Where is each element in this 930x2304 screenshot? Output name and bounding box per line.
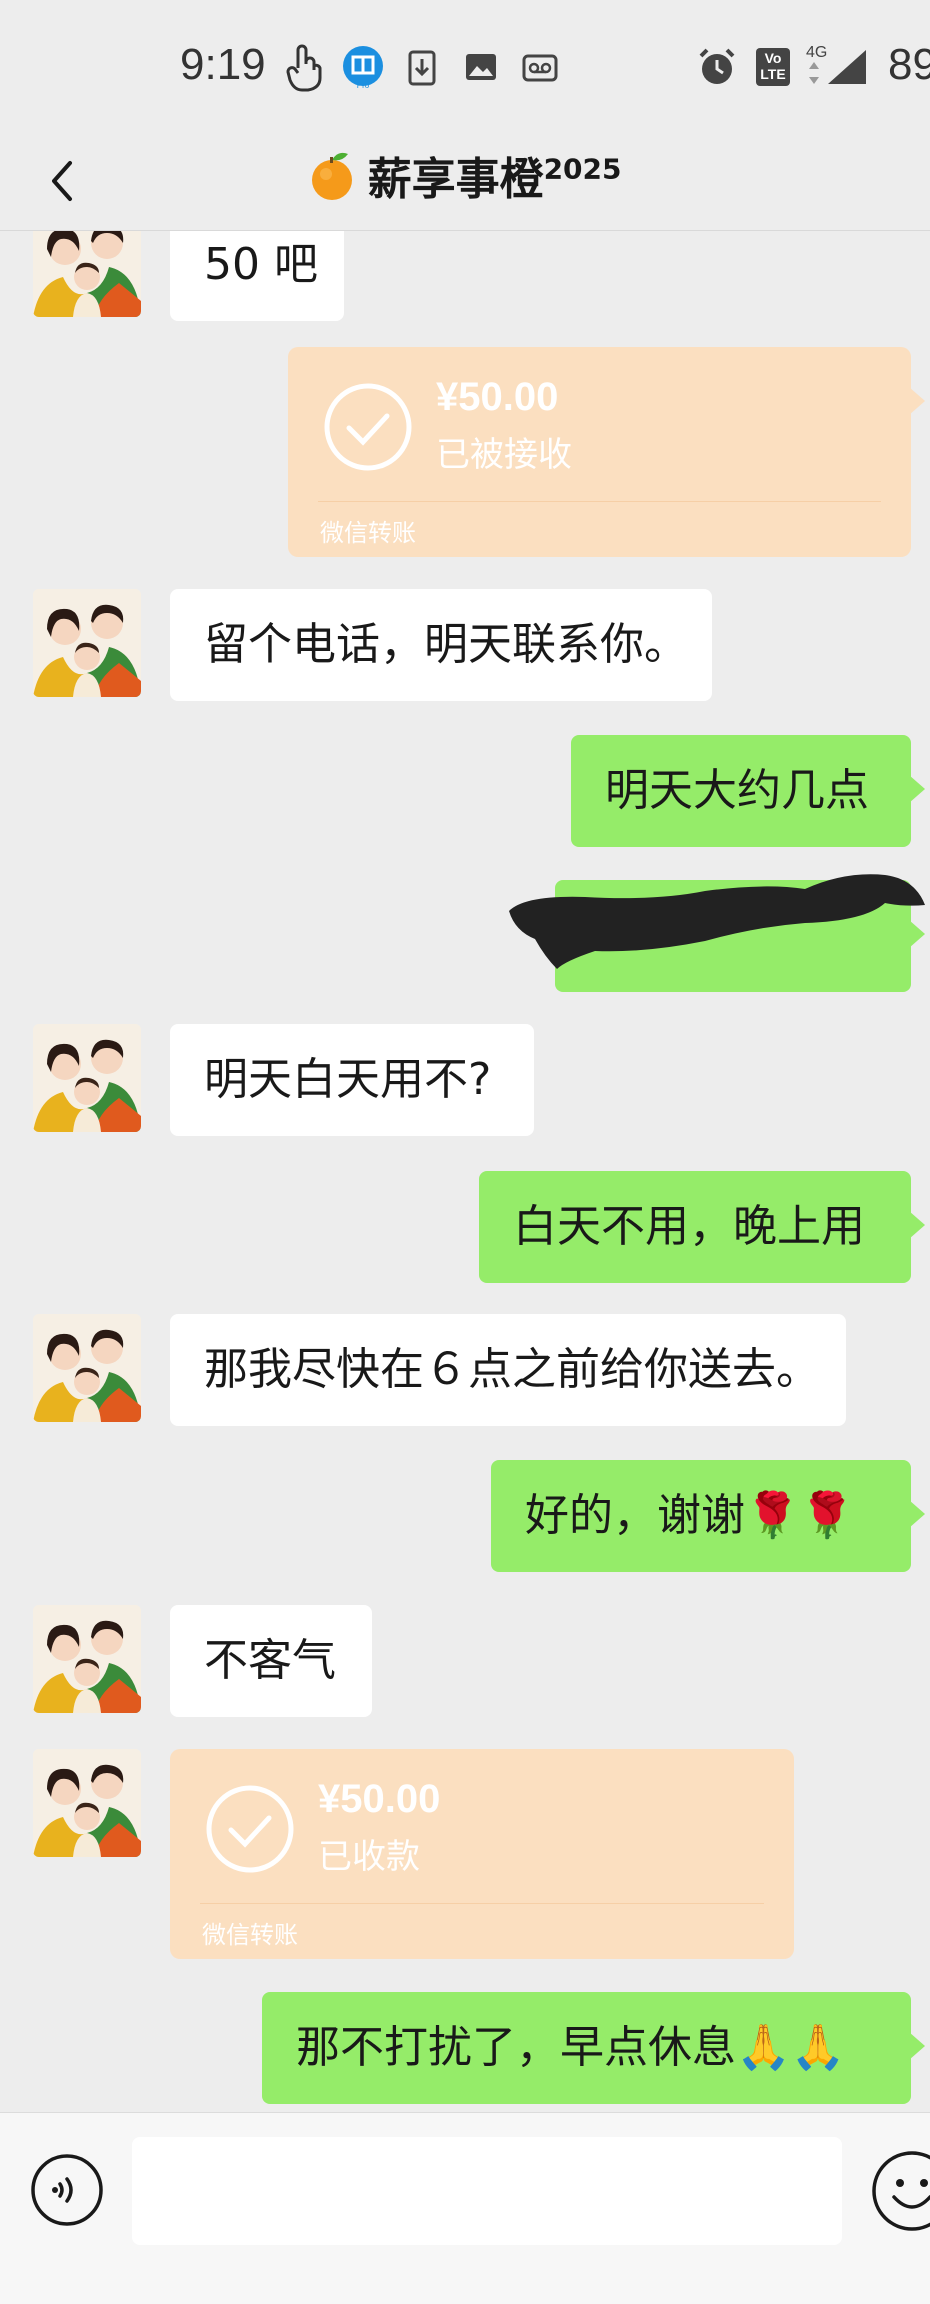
lte-badge: LTE — [760, 66, 786, 82]
contact-avatar[interactable] — [33, 589, 141, 697]
message-bubble-outgoing[interactable]: 明天大约几点 — [571, 735, 925, 847]
svg-text:Pro: Pro — [357, 81, 370, 90]
message-text: 明天大约几点 — [605, 765, 869, 816]
status-bar: 9:19 Pro Vo LTE 4G 89 — [0, 0, 930, 135]
chat-title-suffix: 2025 — [543, 152, 622, 186]
transfer-divider — [318, 501, 881, 502]
hand-pointer-icon — [286, 44, 322, 92]
message-bubble-outgoing[interactable]: 白天不用，晚上用 — [479, 1171, 925, 1283]
chat-title: 薪享事橙2025 — [0, 143, 930, 207]
input-bar — [0, 2112, 930, 2304]
message-text: 明天白天用不? — [204, 1054, 492, 1105]
transfer-divider — [200, 1903, 764, 1904]
voicemail-icon — [522, 54, 558, 82]
contact-avatar[interactable] — [33, 1605, 141, 1713]
message-input[interactable] — [132, 2137, 842, 2245]
data-arrows-icon — [809, 62, 819, 84]
message-text: 那我尽快在６点之前给你送去。 — [204, 1344, 820, 1395]
message-text: 好的，谢谢🌹🌹 — [525, 1490, 855, 1541]
status-time: 9:19 — [180, 40, 266, 89]
transfer-label: 微信转账 — [202, 1921, 298, 1949]
transfer-card-outgoing[interactable]: ¥50.00 已被接收 微信转账 — [288, 347, 925, 557]
voice-icon[interactable] — [30, 2153, 104, 2227]
alarm-icon — [699, 48, 735, 84]
chat-header: 薪享事橙2025 — [0, 135, 930, 231]
message-bubble-incoming[interactable]: 那我尽快在６点之前给你送去。 — [170, 1314, 846, 1426]
transfer-amount: ¥50.00 — [436, 375, 559, 419]
redaction-scribble — [509, 874, 925, 969]
message-text: 那不打扰了，早点休息🙏🙏 — [296, 2022, 846, 2073]
transfer-label: 微信转账 — [320, 519, 416, 547]
message-bubble-incoming[interactable]: 留个电话，明天联系你。 — [170, 589, 712, 701]
message-text: 不客气 — [204, 1635, 336, 1686]
message-text: 50 吧 — [204, 239, 318, 290]
image-icon — [466, 54, 496, 80]
message-bubble-incoming[interactable]: 明天白天用不? — [170, 1024, 534, 1136]
message-bubble-outgoing[interactable]: 那不打扰了，早点休息🙏🙏 — [262, 1992, 925, 2104]
emoji-icon[interactable] — [870, 2149, 930, 2233]
message-bubble-incoming[interactable]: 不客气 — [170, 1605, 372, 1717]
message-text: 留个电话，明天联系你。 — [204, 619, 688, 670]
chat-title-text: 薪享事橙 — [367, 154, 544, 205]
signal-icon — [828, 50, 866, 84]
message-bubble-incoming[interactable]: 50 吧 — [170, 231, 344, 321]
app-pro-icon: Pro — [343, 46, 383, 90]
check-circle-icon — [206, 1785, 294, 1873]
transfer-amount: ¥50.00 — [318, 1777, 441, 1821]
transfer-card-incoming[interactable]: ¥50.00 已收款 微信转账 — [170, 1749, 794, 1959]
volte-icon: Vo LTE — [756, 48, 790, 86]
contact-avatar[interactable] — [33, 1024, 141, 1132]
contact-avatar[interactable] — [33, 1749, 141, 1857]
orange-emoji-icon — [312, 152, 353, 200]
message-text: 白天不用，晚上用 — [513, 1201, 865, 1252]
transfer-status: 已收款 — [318, 1837, 420, 1877]
battery-level: 89 — [888, 40, 930, 89]
check-circle-icon — [324, 383, 412, 471]
message-bubble-outgoing[interactable]: 好的，谢谢🌹🌹 — [491, 1460, 925, 1572]
network-type: 4G — [806, 44, 828, 61]
contact-avatar[interactable] — [33, 231, 141, 317]
message-list[interactable]: 50 吧 ¥50.00 已被接收 微信转账 留个电话，明天联系你。 明天大约几点 — [0, 231, 930, 2111]
download-icon — [408, 50, 436, 86]
transfer-status: 已被接收 — [436, 435, 572, 475]
contact-avatar[interactable] — [33, 1314, 141, 1422]
